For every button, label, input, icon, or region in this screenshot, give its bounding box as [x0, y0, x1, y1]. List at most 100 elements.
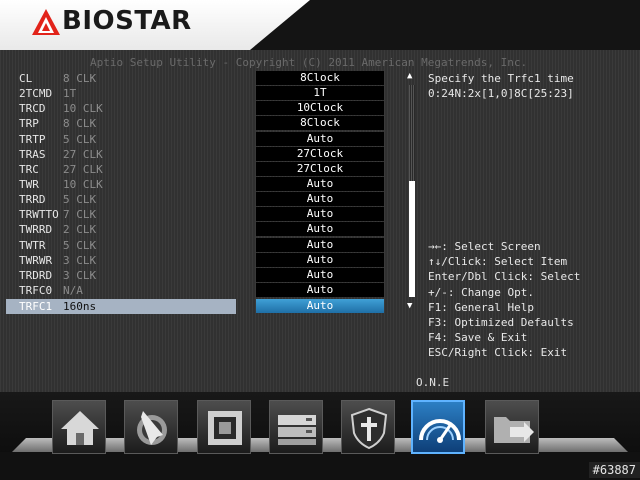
setting-value-box[interactable]: 8Clock [256, 116, 384, 130]
setting-row-trrd[interactable]: TRRD 5 CLK [6, 192, 236, 207]
setting-name: TRFC1 [19, 300, 53, 313]
setting-value-box[interactable]: Auto [256, 268, 384, 282]
exit-button[interactable] [485, 400, 539, 454]
setting-current: N/A [63, 284, 83, 297]
scroll-up-arrow-icon[interactable]: ▲ [407, 71, 412, 81]
boot-button[interactable] [269, 400, 323, 454]
setting-current: 3 CLK [63, 254, 97, 267]
setting-current: 160ns [63, 300, 97, 313]
biostar-logo-icon [32, 9, 60, 35]
setting-value-box[interactable]: 27Clock [256, 162, 384, 176]
setting-name: TWR [19, 178, 39, 191]
setting-row-twtr[interactable]: TWTR 5 CLK [6, 238, 236, 253]
one-gauge-icon [419, 419, 461, 443]
chipset-button[interactable] [197, 400, 251, 454]
key-hint: Enter/Dbl Click: Select [428, 270, 581, 284]
setting-row-tras[interactable]: TRAS 27 CLK [6, 147, 236, 162]
setting-value-box-selected[interactable]: Auto [256, 299, 384, 313]
setting-current: 1T [63, 87, 77, 100]
one-button-active[interactable] [411, 400, 465, 454]
setting-value-box[interactable]: Auto [256, 177, 384, 191]
key-hint: ESC/Right Click: Exit [428, 346, 568, 360]
setting-current: 5 CLK [63, 193, 97, 206]
watermark-id: #63887 [588, 462, 640, 478]
setting-value-box[interactable]: Auto [256, 253, 384, 267]
setting-current: 27 CLK [63, 163, 103, 176]
setting-value-box[interactable]: Auto [256, 283, 384, 297]
setting-current: 7 CLK [63, 208, 97, 221]
setting-current: 10 CLK [63, 178, 103, 191]
chip-icon [208, 411, 242, 445]
folder-exit-icon [494, 417, 534, 443]
drives-icon [278, 415, 316, 445]
setting-value-box[interactable]: 27Clock [256, 147, 384, 161]
key-hint: →←: Select Screen [428, 240, 541, 253]
setting-name: TWTR [19, 239, 46, 252]
scrollbar-thumb[interactable] [409, 181, 415, 297]
home-button[interactable] [52, 400, 106, 454]
setting-current: 8 CLK [63, 72, 97, 85]
setting-row-twrrd[interactable]: TWRRD 2 CLK [6, 222, 236, 237]
setting-name: TWRRD [19, 223, 53, 236]
brand-name: BIOSTAR [62, 6, 192, 36]
setting-value-box[interactable]: Auto [256, 132, 384, 146]
setting-row-2tcmd[interactable]: 2TCMD 1T [6, 86, 236, 101]
setting-name: TWRWR [19, 254, 53, 267]
key-hint: F1: General Help [428, 300, 534, 314]
setting-name: 2TCMD [19, 87, 53, 100]
setting-name: TRC [19, 163, 39, 176]
setting-name: TRRD [19, 193, 46, 206]
setting-value-box[interactable]: 8Clock [256, 71, 384, 85]
setting-current: 5 CLK [63, 239, 97, 252]
setting-row-trfc1[interactable]: TRFC1 160ns [6, 299, 236, 314]
setting-name: CL [19, 72, 33, 85]
help-panel: Specify the Trfc1 time 0:24N:2x[1,0]8C[25… [428, 71, 574, 101]
pointer-icon [137, 411, 167, 445]
setting-row-trp[interactable]: TRP 8 CLK [6, 116, 236, 131]
setting-value-box[interactable]: Auto [256, 222, 384, 236]
header-bar: BIOSTAR [0, 0, 640, 50]
header-dark-panel [250, 0, 640, 50]
setting-value-box[interactable]: 10Clock [256, 101, 384, 115]
setting-row-trwtto[interactable]: TRWTTO 7 CLK [6, 207, 236, 222]
security-button[interactable] [341, 400, 395, 454]
setting-name: TRCD [19, 102, 46, 115]
setting-current: 10 CLK [63, 102, 103, 115]
setting-current: 2 CLK [63, 223, 97, 236]
setting-row-cl[interactable]: CL 8 CLK [6, 71, 236, 86]
setting-row-twrwr[interactable]: TWRWR 3 CLK [6, 253, 236, 268]
setting-current: 8 CLK [63, 117, 97, 130]
utility-title: Aptio Setup Utility - Copyright (C) 2011… [90, 56, 528, 69]
key-hint: F3: Optimized Defaults [428, 316, 574, 330]
setting-row-trc[interactable]: TRC 27 CLK [6, 162, 236, 177]
scroll-down-arrow-icon[interactable]: ▼ [407, 301, 412, 311]
help-line: 0:24N:2x[1,0]8C[25:23] [428, 87, 574, 100]
performance-button[interactable] [124, 400, 178, 454]
active-menu-label: O.N.E [416, 376, 450, 389]
dock-base [0, 452, 640, 480]
setting-row-trtp[interactable]: TRTP 5 CLK [6, 132, 236, 147]
setting-name: TRFC0 [19, 284, 53, 297]
setting-current: 5 CLK [63, 133, 97, 146]
setting-value-box[interactable]: Auto [256, 192, 384, 206]
key-legend: →←: Select Screen ↑↓/Click: Select Item … [428, 239, 580, 361]
setting-value-box[interactable]: 1T [256, 86, 384, 100]
setting-name: TRDRD [19, 269, 53, 282]
setting-current: 27 CLK [63, 148, 103, 161]
key-hint: ↑↓/Click: Select Item [428, 255, 568, 269]
setting-name: TRAS [19, 148, 46, 161]
key-hint: F4: Save & Exit [428, 331, 528, 345]
setting-row-trdrd[interactable]: TRDRD 3 CLK [6, 268, 236, 283]
setting-row-trfc0[interactable]: TRFC0 N/A [6, 283, 236, 298]
setting-row-trcd[interactable]: TRCD 10 CLK [6, 101, 236, 116]
setting-name: TRTP [19, 133, 46, 146]
setting-name: TRP [19, 117, 39, 130]
setting-row-twr[interactable]: TWR 10 CLK [6, 177, 236, 192]
setting-value-box[interactable]: Auto [256, 207, 384, 221]
key-hint: +/-: Change Opt. [428, 285, 534, 299]
setting-name: TRWTTO [19, 208, 59, 221]
setting-current: 3 CLK [63, 269, 97, 282]
help-line: Specify the Trfc1 time [428, 72, 574, 85]
setting-value-box[interactable]: Auto [256, 238, 384, 252]
security-shield-icon [350, 407, 388, 450]
